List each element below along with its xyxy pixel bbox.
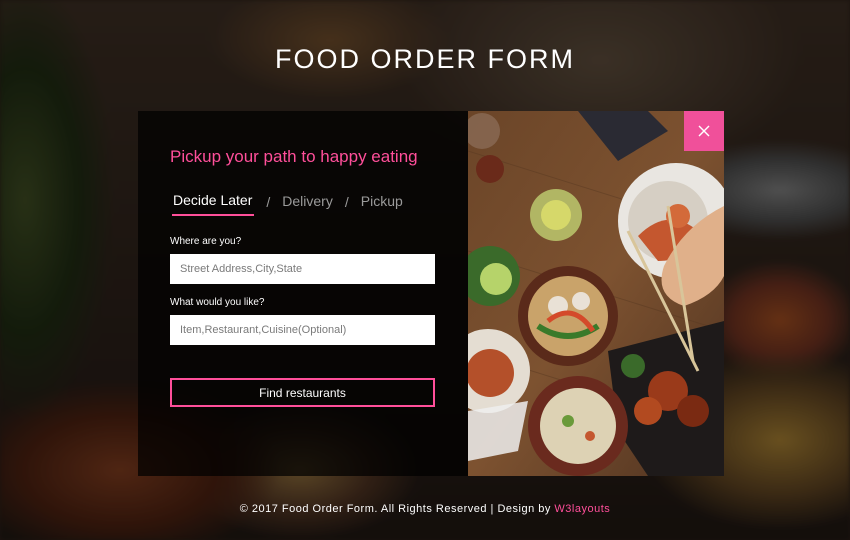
food-photo xyxy=(468,111,724,476)
location-input[interactable] xyxy=(170,254,435,284)
close-icon xyxy=(698,125,710,137)
footer: © 2017 Food Order Form. All Rights Reser… xyxy=(0,503,850,515)
tab-separator: / xyxy=(344,194,349,210)
page-title: FOOD ORDER FORM xyxy=(275,44,575,74)
form-panel: Pickup your path to happy eating Decide … xyxy=(138,111,468,476)
order-type-tabs: Decide Later / Delivery / Pickup xyxy=(172,192,403,216)
find-restaurants-button[interactable]: Find restaurants xyxy=(170,378,435,407)
location-label: Where are you? xyxy=(170,236,242,247)
copyright-text: © 2017 Food Order Form. All Rights Reser… xyxy=(239,503,551,515)
tab-decide-later[interactable]: Decide Later xyxy=(172,192,255,216)
order-card: Pickup your path to happy eating Decide … xyxy=(138,111,724,476)
tab-separator: / xyxy=(266,194,271,210)
tab-pickup[interactable]: Pickup xyxy=(361,193,403,215)
form-heading: Pickup your path to happy eating xyxy=(170,147,418,166)
tab-delivery[interactable]: Delivery xyxy=(282,193,333,215)
w3layouts-link[interactable]: W3layouts xyxy=(554,503,610,515)
item-label: What would you like? xyxy=(170,297,265,308)
item-input[interactable] xyxy=(170,315,435,345)
food-photo-illustration xyxy=(468,111,724,476)
close-button[interactable] xyxy=(684,111,724,151)
